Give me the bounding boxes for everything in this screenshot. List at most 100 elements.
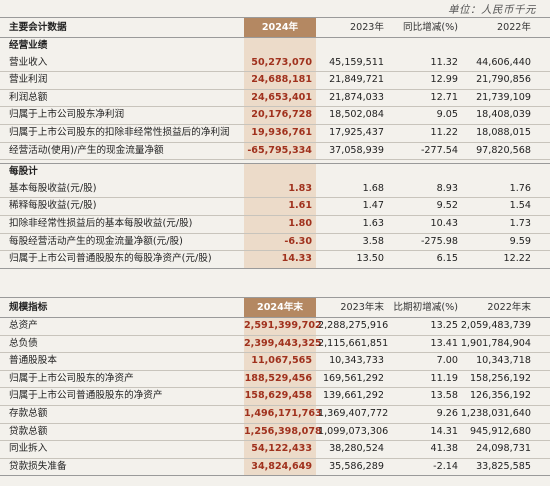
table-row: 经营活动(使用)/产生的现金流量净额 -65,795,334 37,058,939 -… (0, 142, 550, 161)
value-change: 13.41 (430, 337, 458, 349)
table-row: 贷款总额 1,256,398,078 1,099,073,306 14.31 945,9… (0, 423, 550, 442)
table2-header-change: 比期初增减(%) (393, 302, 458, 313)
value-change: 14.31 (430, 425, 458, 437)
table-row: 归属于上市公司股东的净资产 188,529,456 169,561,292 11.19… (0, 370, 550, 389)
value-2024: 19,936,761 (251, 126, 312, 138)
table2-header-2024: 2024年末 (257, 302, 303, 313)
value-change: 12.99 (430, 74, 458, 86)
value-2022: 945,912,680 (469, 425, 531, 437)
value-2024: 1.61 (288, 200, 312, 212)
value-2022: 24,098,731 (476, 443, 531, 455)
value-2023: 139,661,292 (322, 390, 384, 402)
value-change: 12.71 (430, 91, 458, 103)
table-row: 归属于上市公司普通股股东的净资产 158,629,458 139,661,292 13… (0, 388, 550, 406)
row-label: 归属于上市公司普通股股东的净资产 (9, 390, 163, 402)
value-2023: 17,925,437 (329, 126, 384, 138)
value-2022: 12.22 (503, 253, 531, 265)
table-row: 归属于上市公司普通股股东的每股净资产(元/股) 14.33 13.50 6.15 12.… (0, 251, 550, 269)
value-2024: 20,176,728 (251, 109, 312, 121)
table-row: 总负债 2,399,443,325 2,115,661,851 13.41 1,901,… (0, 335, 550, 354)
table-row: 同业拆入 54,122,433 38,280,524 41.38 24,098,731 (0, 441, 550, 459)
value-2022: 44,606,440 (476, 56, 531, 68)
section-title: 经营业绩 (9, 40, 48, 51)
value-2022: 21,739,109 (476, 91, 531, 103)
table2-header-2023: 2023年末 (340, 302, 384, 313)
table-row: 利润总额 24,653,401 21,874,033 12.71 21,739,109 (0, 89, 550, 108)
value-change: 8.93 (436, 182, 458, 194)
row-label: 普通股股本 (9, 355, 57, 367)
value-2023: 21,874,033 (329, 91, 384, 103)
value-2024: 1,256,398,078 (244, 425, 322, 437)
value-change: 13.25 (430, 320, 458, 331)
value-2022: 1.73 (509, 217, 531, 229)
value-2024: 50,273,070 (251, 56, 312, 68)
value-2024: 1,496,171,763 (244, 407, 322, 419)
value-change: 41.38 (430, 443, 458, 455)
row-label: 经营活动(使用)/产生的现金流量净额 (9, 144, 164, 156)
value-2023: 18,502,084 (329, 109, 384, 121)
row-label: 归属于上市公司股东净利润 (9, 109, 125, 121)
value-2024: 2,591,399,702 (244, 320, 322, 331)
row-label: 营业利润 (9, 74, 48, 86)
table1-header-2024: 2024年 (261, 22, 299, 33)
value-2024: 54,122,433 (251, 443, 312, 455)
table-row: 归属于上市公司股东净利润 20,176,728 18,502,084 9.05 18,4… (0, 107, 550, 125)
value-2023: 35,586,289 (329, 460, 384, 472)
table-row: 营业收入 50,273,070 45,159,511 11.32 44,606,440 (0, 54, 550, 73)
table-row: 贷款损失准备 34,824,649 35,586,289 -2.14 33,825,58… (0, 458, 550, 477)
value-2022: 10,343,718 (476, 355, 531, 367)
value-2023: 3.58 (362, 235, 384, 247)
row-label: 每股经营活动产生的现金流量净额(元/股) (9, 235, 183, 247)
value-2022: 9.59 (509, 235, 531, 247)
value-change: 10.43 (430, 217, 458, 229)
row-label: 基本每股收益(元/股) (9, 182, 97, 194)
value-2023: 2,115,661,851 (318, 337, 389, 349)
value-2022: 1.54 (509, 200, 531, 212)
row-label: 总负债 (9, 337, 38, 349)
value-2022: 33,825,585 (476, 460, 531, 472)
row-label: 归属于上市公司普通股股东的每股净资产(元/股) (9, 253, 212, 265)
value-change: -2.14 (433, 460, 458, 472)
scale-indicators-table: 规模指标 2024年末 2023年末 比期初增减(%) 2022年末 总资产 2,… (0, 297, 550, 477)
value-2022: 21,790,856 (476, 74, 531, 86)
row-label: 归属于上市公司股东的净资产 (9, 372, 134, 384)
table-row: 基本每股收益(元/股) 1.83 1.68 8.93 1.76 (0, 180, 550, 199)
value-2022: 1.76 (509, 182, 531, 194)
value-change: 6.15 (436, 253, 458, 265)
value-change: 11.22 (430, 126, 458, 138)
row-label: 同业拆入 (9, 443, 48, 455)
table1-header-2023: 2023年 (349, 22, 384, 33)
value-2022: 2,059,483,739 (460, 320, 531, 331)
table-row: 扣除非经常性损益后的基本每股收益(元/股) 1.80 1.63 10.43 1.73 (0, 215, 550, 234)
value-2023: 169,561,292 (322, 372, 384, 384)
value-2022: 97,820,568 (476, 144, 531, 156)
row-label: 扣除非经常性损益后的基本每股收益(元/股) (9, 217, 193, 229)
table-row: 总资产 2,591,399,702 2,288,275,916 13.25 2,059,… (0, 318, 550, 336)
table-row: 存款总额 1,496,171,763 1,369,407,772 9.26 1,238,… (0, 405, 550, 424)
value-change: -275.98 (420, 235, 458, 247)
value-2022: 1,238,031,640 (460, 407, 531, 419)
value-2024: 11,067,565 (251, 355, 312, 367)
value-change: 9.26 (436, 407, 458, 419)
value-2024: 34,824,649 (251, 460, 312, 472)
section-title: 每股计 (9, 166, 38, 178)
value-2024: 1.83 (288, 182, 312, 194)
row-label: 利润总额 (9, 91, 48, 103)
table2-header-2022: 2022年末 (487, 302, 531, 313)
value-2023: 1.63 (362, 217, 384, 229)
value-2023: 1,369,407,772 (318, 407, 389, 419)
value-2023: 1.47 (362, 200, 384, 212)
value-2023: 2,288,275,916 (318, 320, 389, 331)
row-label: 存款总额 (9, 407, 48, 419)
value-change: 13.58 (430, 390, 458, 402)
value-2024: 158,629,458 (244, 390, 312, 402)
value-2024: 14.33 (281, 253, 312, 265)
row-label: 营业收入 (9, 56, 48, 68)
value-2022: 126,356,192 (469, 390, 531, 402)
table-row: 营业利润 24,688,181 21,849,721 12.99 21,790,856 (0, 72, 550, 90)
value-2024: 1.80 (288, 217, 312, 229)
value-change: 7.00 (436, 355, 458, 367)
table2-header-row: 规模指标 2024年末 2023年末 比期初增减(%) 2022年末 (0, 297, 550, 318)
table1-header-2022: 2022年 (496, 22, 531, 33)
table-row: 归属于上市公司股东的扣除非经常性损益后的净利润 19,936,761 17,925,… (0, 124, 550, 143)
